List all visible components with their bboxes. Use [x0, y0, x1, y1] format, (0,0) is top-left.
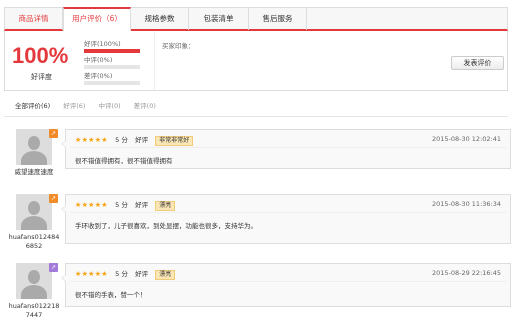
- review-card: ★★★★★ 5 分 好评 非常非常好 2015-08-30 12:02:41 很…: [61, 129, 511, 169]
- rating-distribution: 好评(100%) 中评(0%) 差评(0%): [84, 40, 144, 88]
- tab-package-list[interactable]: 包装清单: [189, 8, 249, 30]
- rating-bar-bad: 差评(0%): [84, 72, 144, 88]
- review-tag: 非常非常好: [155, 136, 194, 146]
- star-rating: ★★★★★: [75, 201, 108, 209]
- tab-specifications[interactable]: 规格参数: [131, 8, 189, 30]
- review-time: 2015-08-30 11:36:34: [431, 200, 501, 208]
- review-time: 2015-08-29 22:16:45: [431, 269, 501, 277]
- rating-bar-medium: 中评(0%): [84, 56, 144, 72]
- rating-bar-label: 好评(100%): [84, 40, 121, 48]
- review-meta: ★★★★★ 5 分 好评 漂亮 2015-08-30 11:36:34: [66, 195, 510, 212]
- review-filter-bar: 全部评价(6) 好评(6) 中评(0) 差评(0): [4, 97, 508, 117]
- member-level-icon: ↗: [49, 129, 58, 138]
- rating-bar-label: 差评(0%): [84, 72, 113, 80]
- review-score: 5 分: [115, 270, 128, 278]
- review-score: 5 分: [115, 201, 128, 209]
- write-review-button[interactable]: 发表评价: [451, 56, 504, 70]
- review-meta: ★★★★★ 5 分 好评 非常非常好 2015-08-30 12:02:41: [66, 130, 510, 147]
- tab-product-details[interactable]: 商品详情: [5, 8, 63, 30]
- product-tabs: 商品详情 用户评价（6） 规格参数 包装清单 售后服务: [4, 7, 508, 31]
- rating-bar-good: 好评(100%): [84, 40, 144, 56]
- review-card: ★★★★★ 5 分 好评 漂亮 2015-08-29 22:16:45 很不错的…: [61, 263, 511, 307]
- filter-medium[interactable]: 中评(0): [98, 97, 120, 116]
- tab-after-sales[interactable]: 售后服务: [249, 8, 307, 30]
- member-level-icon: ↗: [49, 263, 58, 272]
- review-score: 5 分: [115, 136, 128, 144]
- review-time: 2015-08-30 12:02:41: [431, 135, 501, 143]
- filter-good[interactable]: 好评(6): [63, 97, 85, 116]
- avatar[interactable]: [16, 194, 52, 230]
- filter-bad[interactable]: 差评(0): [134, 97, 156, 116]
- review-grade: 好评: [135, 270, 149, 278]
- review-content: 手环收到了，儿子很喜欢，到处显摆，功能也很多，支持华为。: [75, 222, 257, 230]
- reviewer: ↗ 威望速度速度: [8, 129, 60, 177]
- review-card: ★★★★★ 5 分 好评 漂亮 2015-08-30 11:36:34 手环收到…: [61, 194, 511, 244]
- reviewer-name[interactable]: huafans0122187447: [8, 302, 60, 320]
- rating-summary: 100% 好评度 好评(100%) 中评(0%) 差评(0%) 买家印象： 发表…: [4, 31, 508, 91]
- reviewer: ↗ huafans0122187447: [8, 263, 60, 320]
- review-grade: 好评: [135, 201, 149, 209]
- divider: [154, 31, 155, 90]
- review-content: 很不错的手表，赞一个！: [75, 291, 147, 299]
- reviewer-name[interactable]: huafans0124846852: [8, 233, 60, 251]
- rating-bar-label: 中评(0%): [84, 56, 113, 64]
- member-level-icon: ↗: [49, 194, 58, 203]
- buyer-impression-label: 买家印象：: [162, 42, 195, 50]
- review-tag: 漂亮: [155, 270, 176, 280]
- filter-all[interactable]: 全部评价(6): [15, 97, 50, 116]
- review-content: 很不错值得拥有，很不错值得拥有: [75, 157, 173, 165]
- avatar[interactable]: [16, 263, 52, 299]
- reviewer-name[interactable]: 威望速度速度: [8, 168, 60, 177]
- avatar[interactable]: [16, 129, 52, 165]
- star-rating: ★★★★★: [75, 136, 108, 144]
- review-grade: 好评: [135, 136, 149, 144]
- positive-rate-label: 好评度: [31, 73, 52, 81]
- reviewer: ↗ huafans0124846852: [8, 194, 60, 251]
- review-meta: ★★★★★ 5 分 好评 漂亮 2015-08-29 22:16:45: [66, 264, 510, 281]
- review-tag: 漂亮: [155, 201, 176, 211]
- positive-rate: 100%: [12, 43, 69, 68]
- tab-user-reviews[interactable]: 用户评价（6）: [63, 7, 131, 31]
- star-rating: ★★★★★: [75, 270, 108, 278]
- rating-bar-fill: [84, 49, 140, 53]
